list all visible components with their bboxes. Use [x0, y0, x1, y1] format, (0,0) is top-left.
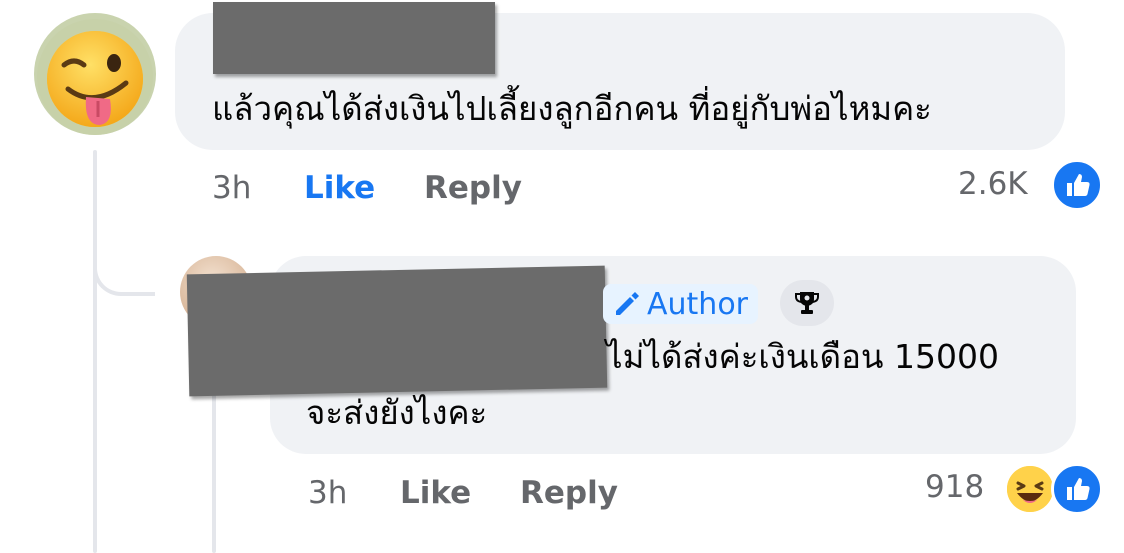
comment-reaction-count[interactable]: 2.6K: [958, 166, 1028, 202]
reply-like-button[interactable]: Like: [400, 475, 471, 511]
like-icon: [1051, 159, 1103, 211]
redacted-reply-author-name: [186, 265, 608, 397]
commenter-avatar[interactable]: [34, 13, 156, 135]
reply-reaction-count[interactable]: 918: [925, 469, 984, 505]
thread-connector: [93, 200, 155, 296]
author-badge-label: Author: [647, 286, 749, 322]
top-fan-badge[interactable]: [780, 280, 834, 326]
comment-text: แล้วคุณได้ส่งเงินไปเลี้ยงลูกอีกคน ที่อยู…: [212, 89, 932, 128]
comment-reply-button[interactable]: Reply: [424, 170, 522, 206]
winking-tongue-face-icon: [37, 19, 153, 135]
reply-text-line-2: จะส่งยังไงคะ: [306, 393, 488, 432]
reply-text-line-1: ไม่ได้ส่งค่ะเงินเดือน 15000: [606, 337, 999, 376]
haha-icon: [1004, 463, 1056, 515]
reply-reply-button[interactable]: Reply: [520, 475, 618, 511]
thread-line-reply: [212, 380, 216, 553]
redacted-commenter-name: [213, 2, 495, 74]
like-icon: [1051, 463, 1103, 515]
pencil-icon: [616, 292, 639, 315]
trophy-icon: [795, 292, 819, 314]
comment-like-button[interactable]: Like: [304, 170, 375, 206]
author-badge: Author: [603, 284, 759, 324]
comment-timestamp[interactable]: 3h: [212, 170, 251, 206]
reply-timestamp[interactable]: 3h: [308, 475, 347, 511]
